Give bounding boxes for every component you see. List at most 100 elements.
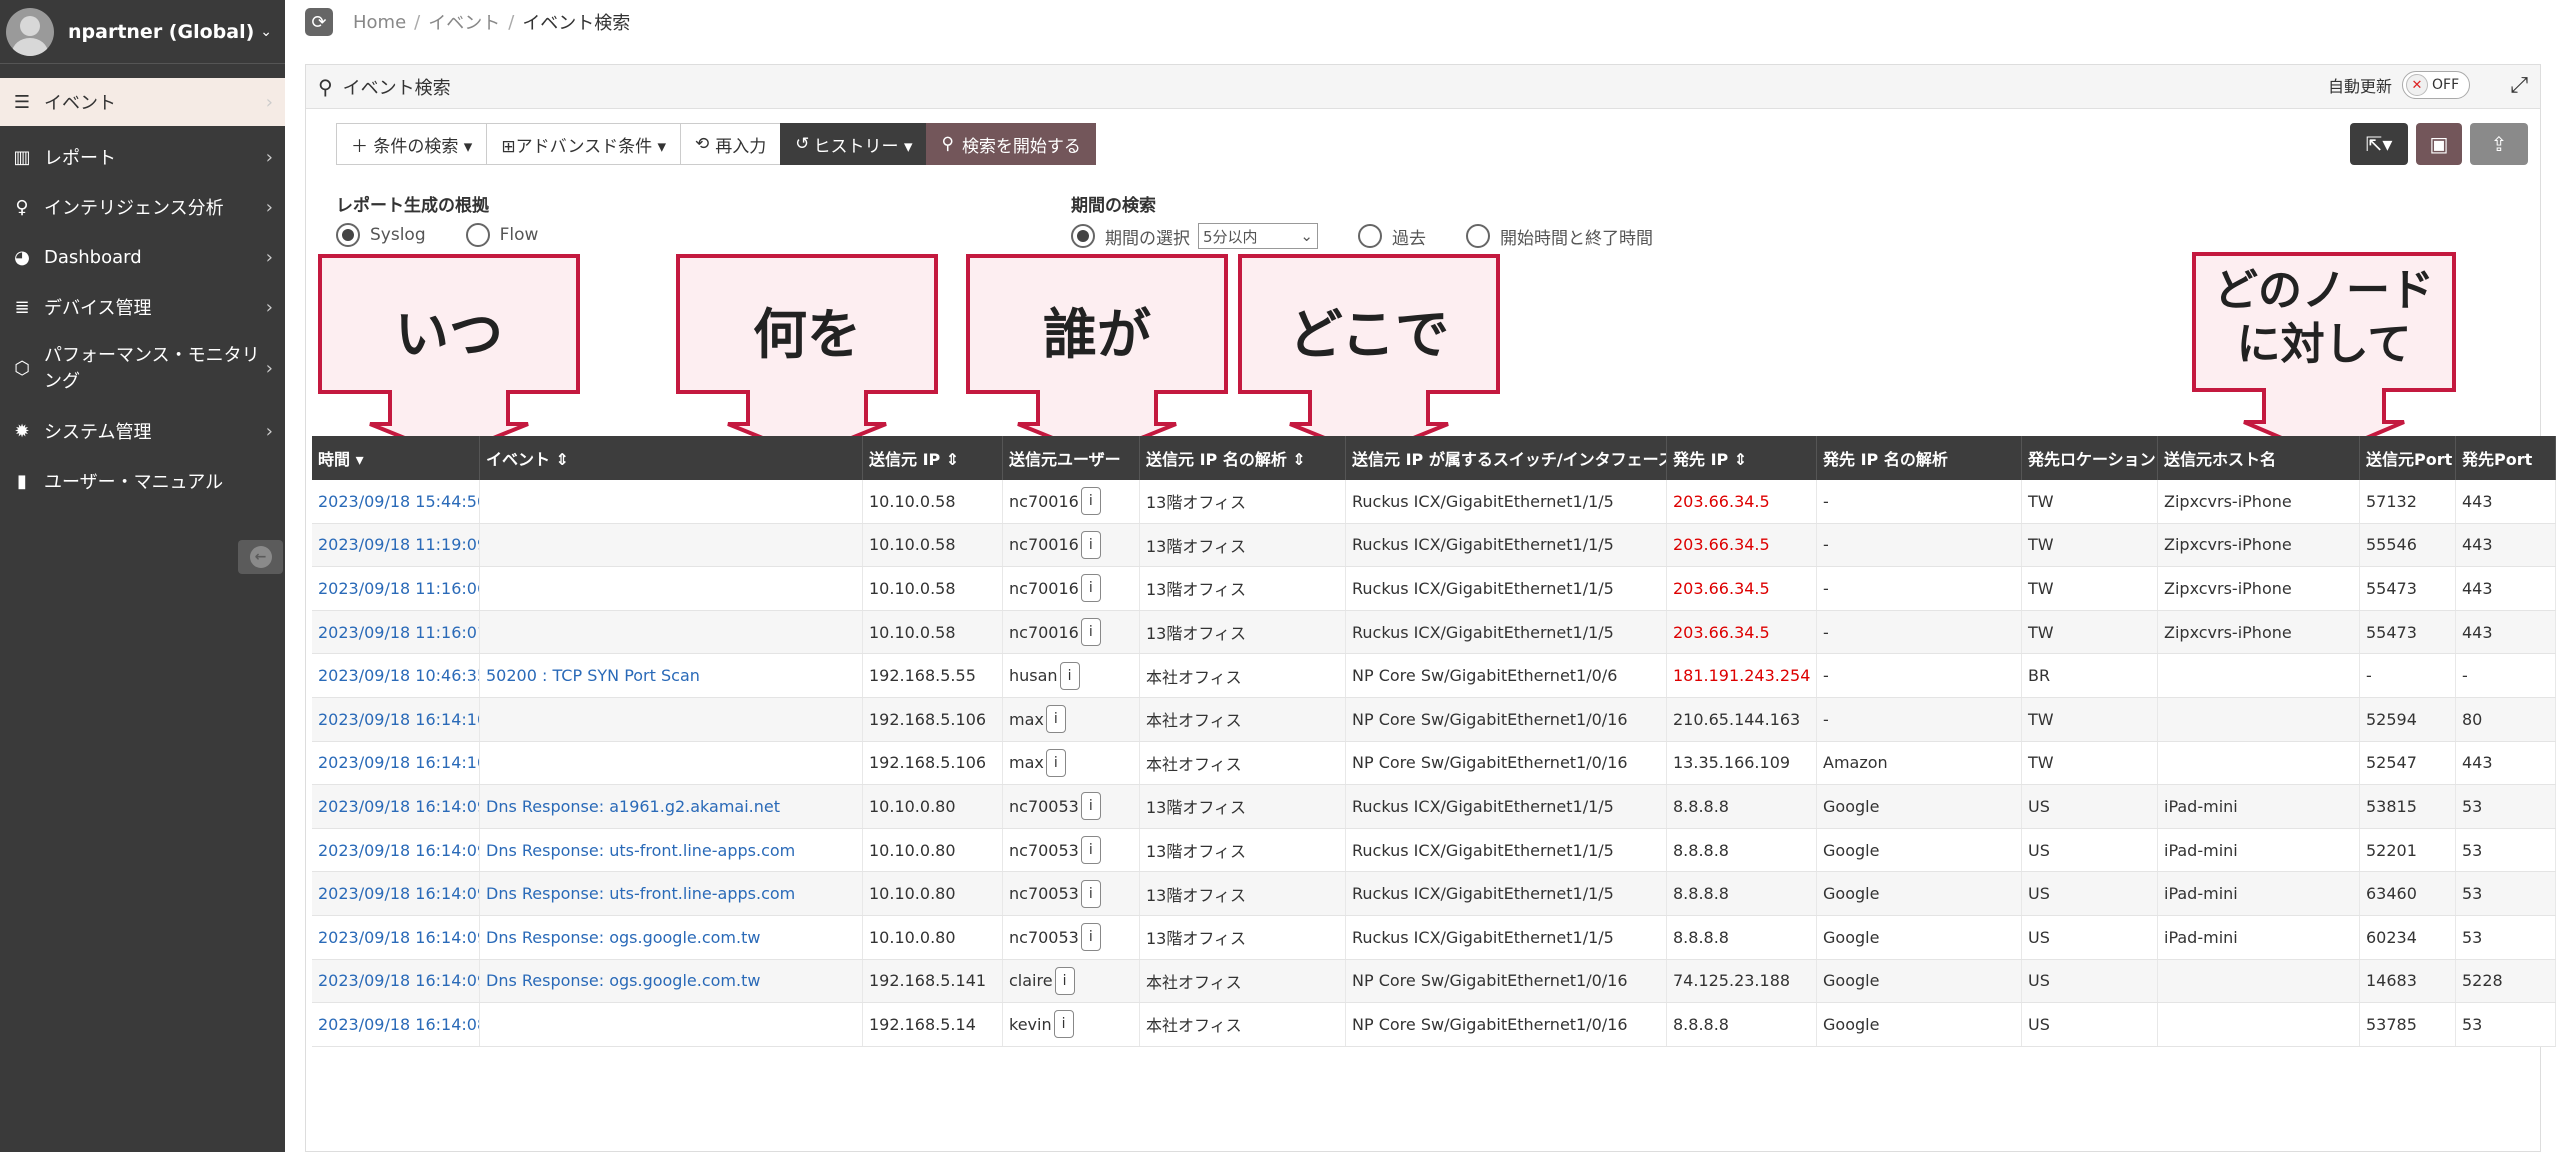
info-icon[interactable]: i [1080, 487, 1101, 516]
table-row[interactable]: 2023/09/18 11:16:01 10.10.0.58 nc70016 i 13階… [312, 610, 2556, 655]
start-search-button[interactable]: ⚲ 検索を開始する [926, 123, 1096, 165]
table-cell: kevin i [1003, 1003, 1140, 1046]
cell-text: iPad-mini [2164, 884, 2238, 904]
table-row[interactable]: 2023/09/18 16:14:09 Dns Response: ogs.goo… [312, 915, 2556, 960]
sidebar-item-7[interactable]: ▮ ユーザー・マニュアル [0, 456, 285, 506]
expand-icon[interactable]: ⤢ [2510, 73, 2528, 98]
table-cell[interactable]: Dns Response: a1961.g2.akamai.net [480, 785, 863, 828]
table-row[interactable]: 2023/09/18 16:14:10 192.168.5.106 max i 本社オフ… [312, 697, 2556, 742]
table-cell[interactable]: 2023/09/18 10:46:35 [312, 654, 480, 697]
column-header[interactable]: イベント ⇕ [480, 436, 863, 480]
column-header[interactable]: 送信元Port [2360, 436, 2456, 480]
column-header[interactable]: 送信元 IP ⇕ [863, 436, 1003, 480]
breadcrumb-parent[interactable]: イベント [428, 9, 500, 35]
table-cell: 443 [2456, 523, 2556, 567]
auto-update-toggle[interactable]: ✕ OFF [2402, 71, 2470, 99]
table-cell[interactable]: 2023/09/18 16:14:10 [312, 741, 480, 785]
label-line: ング [44, 371, 80, 392]
cell-text: 2023/09/18 11:16:01 [318, 622, 480, 642]
column-header[interactable]: 発先ロケーション [2022, 436, 2158, 480]
save-button[interactable]: ▣ [2416, 123, 2462, 165]
table-cell[interactable]: 2023/09/18 16:14:09 [312, 872, 480, 915]
info-icon[interactable]: i [1054, 966, 1075, 995]
info-icon[interactable]: i [1053, 1010, 1074, 1039]
column-header[interactable]: 発先Port [2456, 436, 2556, 480]
condition-search-button[interactable]: ＋ 条件の検索 ▾ [336, 123, 487, 165]
user-menu[interactable]: npartner (Global) ⌄ [0, 0, 285, 64]
radio-past[interactable] [1358, 224, 1382, 248]
table-cell[interactable]: 2023/09/18 16:14:09 [312, 785, 480, 828]
table-cell[interactable]: 2023/09/18 16:14:09 [312, 915, 480, 959]
table-row[interactable]: 2023/09/18 11:16:06 10.10.0.58 nc70016 i 13階… [312, 567, 2556, 611]
info-icon[interactable]: i [1045, 705, 1066, 734]
history-button[interactable]: ↺ ヒストリー ▾ [780, 123, 927, 165]
table-cell[interactable]: 2023/09/18 15:44:50 [312, 480, 480, 523]
radio-flow[interactable] [465, 223, 490, 247]
column-header[interactable]: 送信元 IP が属するスイッチ/インタフェース [1346, 436, 1667, 480]
cell-text: 2023/09/18 16:14:09 [318, 840, 480, 860]
table-cell[interactable]: 50200 : TCP SYN Port Scan [480, 654, 863, 697]
info-icon[interactable]: i [1080, 879, 1101, 908]
table-row[interactable]: 2023/09/18 16:14:09 Dns Response: uts-fro… [312, 872, 2556, 916]
reenter-button[interactable]: ⟲ 再入力 [680, 123, 781, 165]
cell-text: 53 [2462, 1014, 2483, 1034]
sidebar-item-0[interactable]: ☰ イベント › [0, 78, 285, 126]
sidebar-item-5[interactable]: ⬡ パフォーマンス・モニタリ ング › [0, 332, 285, 406]
sidebar-item-2[interactable]: ♀ インテリジェンス分析 › [0, 182, 285, 232]
table-row[interactable]: 2023/09/18 16:14:09 Dns Response: uts-fro… [312, 828, 2556, 873]
table-row[interactable]: 2023/09/18 10:46:35 50200 : TCP SYN Port … [312, 654, 2556, 698]
period-select[interactable]: 5分以内 ⌄ [1198, 223, 1318, 249]
breadcrumb-home[interactable]: Home [353, 12, 406, 33]
table-cell[interactable]: 2023/09/18 16:14:09 [312, 828, 480, 872]
table-row[interactable]: 2023/09/18 16:14:10 192.168.5.106 max i 本社オフ… [312, 741, 2556, 786]
upload-button[interactable]: ⇪ [2470, 123, 2528, 165]
sidebar-item-3[interactable]: ◕ Dashboard › [0, 232, 285, 282]
table-cell[interactable]: 2023/09/18 11:16:01 [312, 610, 480, 654]
cell-text: 181.191.243.254 [1673, 666, 1811, 686]
table-row[interactable]: 2023/09/18 16:14:09 Dns Response: a1961.g… [312, 785, 2556, 829]
callout-who-text: 誰が [1043, 302, 1151, 366]
cell-text: Dns Response: a1961.g2.akamai.net [486, 796, 781, 816]
table-cell: 80 [2456, 697, 2556, 741]
info-icon[interactable]: i [1045, 748, 1066, 777]
info-icon[interactable]: i [1080, 530, 1101, 559]
table-cell[interactable]: 2023/09/18 16:14:08 [312, 1003, 480, 1046]
column-header[interactable]: 送信元ホスト名 [2158, 436, 2360, 480]
sidebar-item-4[interactable]: ≣ デバイス管理 › [0, 282, 285, 332]
info-icon[interactable]: i [1080, 574, 1101, 603]
column-header[interactable]: 発先 IP ⇕ [1667, 436, 1817, 480]
radio-start-end[interactable] [1466, 224, 1490, 248]
info-icon[interactable]: i [1080, 792, 1101, 821]
table-cell[interactable]: 2023/09/18 16:14:10 [312, 697, 480, 741]
table-cell[interactable]: Dns Response: ogs.google.com.tw [480, 959, 863, 1003]
table-row[interactable]: 2023/09/18 16:14:09 Dns Response: ogs.goo… [312, 959, 2556, 1004]
info-icon[interactable]: i [1059, 661, 1080, 690]
column-header[interactable]: 時間 ▾ [312, 436, 480, 480]
advanced-condition-button[interactable]: ⊞アドバンスド条件 ▾ [486, 123, 681, 165]
refresh-button[interactable]: ⟳ [305, 8, 333, 36]
column-header[interactable]: 送信元ユーザー [1003, 436, 1140, 480]
column-header[interactable]: 発先 IP 名の解析 [1817, 436, 2022, 480]
table-cell[interactable]: 2023/09/18 16:14:09 [312, 959, 480, 1003]
table-row[interactable]: 2023/09/18 16:14:08 192.168.5.14 kevin i 本社オ… [312, 1003, 2556, 1047]
export-link-button[interactable]: ⇱▾ [2350, 123, 2408, 165]
table-cell[interactable]: 2023/09/18 11:19:09 [312, 523, 480, 567]
table-cell[interactable]: Dns Response: uts-front.line-apps.com [480, 872, 863, 915]
collapse-sidebar-button[interactable]: ← [238, 540, 283, 574]
sidebar-item-6[interactable]: ✹ システム管理 › [0, 406, 285, 456]
callout-who: 誰が [964, 252, 1230, 460]
chevron-down-icon: ⌄ [1300, 227, 1313, 245]
sidebar-item-1[interactable]: ▥ レポート › [0, 132, 285, 182]
table-cell [2158, 1003, 2360, 1046]
radio-syslog[interactable] [336, 223, 360, 247]
table-cell[interactable]: 2023/09/18 11:16:06 [312, 567, 480, 610]
table-row[interactable]: 2023/09/18 11:19:09 10.10.0.58 nc70016 i 13階… [312, 523, 2556, 568]
radio-period-select[interactable] [1071, 224, 1095, 248]
info-icon[interactable]: i [1080, 836, 1101, 865]
table-row[interactable]: 2023/09/18 15:44:50 10.10.0.58 nc70016 i 13階… [312, 480, 2556, 524]
table-cell[interactable]: Dns Response: ogs.google.com.tw [480, 915, 863, 959]
info-icon[interactable]: i [1080, 923, 1101, 952]
info-icon[interactable]: i [1080, 618, 1101, 647]
table-cell[interactable]: Dns Response: uts-front.line-apps.com [480, 828, 863, 872]
column-header[interactable]: 送信元 IP 名の解析 ⇕ [1140, 436, 1346, 480]
